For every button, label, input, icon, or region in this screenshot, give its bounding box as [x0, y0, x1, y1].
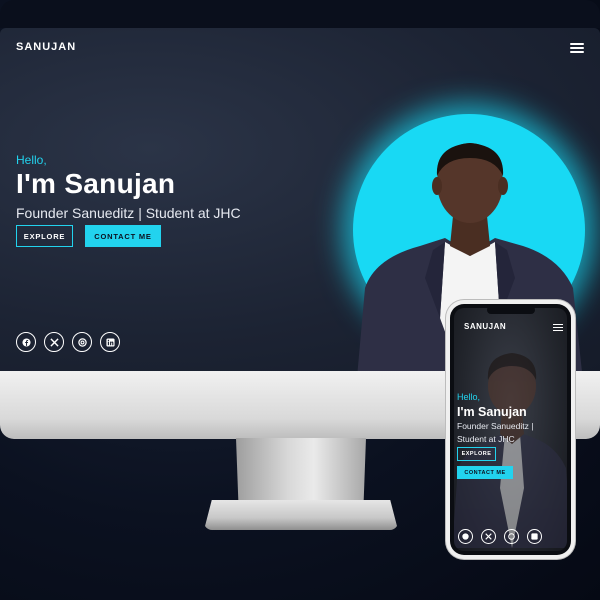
phone-explore-button[interactable]: EXPLORE: [457, 447, 496, 461]
phone-mockup: SANUJAN Hello, I'm Sanujan Founder Sanue…: [446, 300, 575, 559]
phone-screen: SANUJAN Hello, I'm Sanujan Founder Sanue…: [454, 308, 567, 551]
threads-icon[interactable]: [72, 332, 92, 352]
linkedin-icon[interactable]: [100, 332, 120, 352]
explore-button[interactable]: EXPLORE: [16, 225, 73, 247]
facebook-icon[interactable]: [16, 332, 36, 352]
phone-notch: [487, 306, 535, 314]
phone-hamburger-menu-icon[interactable]: [553, 324, 563, 332]
monitor-stand: [236, 438, 366, 508]
contact-me-button[interactable]: CONTACT ME: [85, 225, 161, 247]
phone-linkedin-icon[interactable]: [527, 529, 542, 544]
phone-social-links: [458, 529, 542, 544]
hero-tagline: Founder Sanueditz | Student at JHC: [16, 205, 241, 221]
social-links: [16, 332, 120, 352]
hero-headline: I'm Sanujan: [16, 168, 176, 199]
monitor-bezel: [0, 0, 600, 28]
phone-facebook-icon[interactable]: [458, 529, 473, 544]
phone-contact-me-button[interactable]: CONTACT ME: [457, 466, 513, 479]
phone-x-icon[interactable]: [481, 529, 496, 544]
phone-threads-icon[interactable]: [504, 529, 519, 544]
phone-hero-tagline: Founder Sanueditz | Student at JHC: [457, 421, 534, 444]
phone-hero-greeting: Hello,: [457, 392, 481, 402]
x-icon[interactable]: [44, 332, 64, 352]
monitor-base: [204, 500, 398, 530]
hamburger-menu-icon[interactable]: [570, 43, 584, 53]
site-brand[interactable]: SANUJAN: [16, 41, 76, 53]
phone-hero-headline: I'm Sanujan: [457, 405, 527, 419]
phone-site-brand[interactable]: SANUJAN: [464, 322, 506, 331]
hero-greeting: Hello,: [16, 153, 47, 167]
